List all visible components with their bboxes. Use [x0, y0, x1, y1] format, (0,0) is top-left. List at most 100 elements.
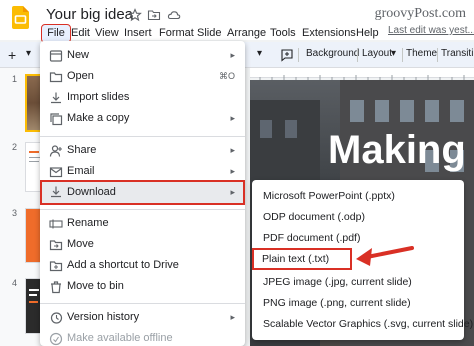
move-folder-icon[interactable] [147, 8, 161, 22]
menu-item-label: New [67, 49, 90, 61]
file-menu-item-open[interactable]: Open ⌘O [40, 66, 245, 88]
menu-item-label: Email [67, 165, 95, 177]
menu-extensions[interactable]: Extensions [302, 25, 356, 42]
download-option-label: Plain text (.txt) [262, 253, 330, 265]
menu-arrange[interactable]: Arrange [227, 25, 266, 42]
layout-chevron-icon[interactable]: ▾ [391, 48, 396, 59]
toolbar-divider [402, 48, 403, 62]
menu-view[interactable]: View [95, 25, 119, 42]
new-doc-icon [49, 50, 63, 62]
slide-number: 2 [12, 142, 18, 152]
menu-insert[interactable]: Insert [124, 25, 152, 42]
menu-item-label: Version history [67, 311, 140, 323]
menu-item-label: Move to bin [67, 280, 124, 292]
menu-item-label: Move [67, 238, 94, 250]
ruler [250, 68, 474, 80]
last-edit-link[interactable]: Last edit was yest... [388, 25, 474, 36]
file-menu-item-move[interactable]: Move [40, 234, 245, 256]
slides-logo-icon[interactable] [12, 6, 29, 29]
submenu-arrow-icon: ▸ [230, 166, 235, 176]
download-option-png[interactable]: PNG image (.png, current slide) [252, 293, 464, 313]
menu-item-label: Make available offline [67, 332, 173, 344]
file-menu-item-copy[interactable]: Make a copy ▸ [40, 108, 245, 130]
offline-icon [49, 332, 63, 346]
toolbar-divider [357, 48, 358, 62]
download-option-label: PNG image (.png, current slide) [263, 297, 411, 309]
star-icon[interactable] [128, 8, 142, 22]
download-option-odp[interactable]: ODP document (.odp) [252, 207, 464, 227]
menu-item-label: Share [67, 144, 97, 156]
menu-format[interactable]: Format [159, 25, 194, 42]
file-menu-item-offline: Make available offline [40, 328, 245, 346]
download-option-label: ODP document (.odp) [263, 211, 365, 223]
download-option-svg[interactable]: Scalable Vector Graphics (.svg, current … [252, 314, 473, 334]
document-title[interactable]: Your big idea [46, 6, 133, 23]
slide-number: 4 [12, 278, 18, 288]
download-option-label: JPEG image (.jpg, current slide) [263, 276, 412, 288]
download-option-txt[interactable]: Plain text (.txt) [252, 248, 352, 270]
file-menu-item-import[interactable]: Import slides [40, 87, 245, 109]
new-slide-button[interactable]: + [8, 45, 36, 65]
transition-button[interactable]: Transiti [441, 48, 473, 59]
menu-divider [40, 136, 245, 137]
menu-item-label: Open [67, 70, 94, 82]
share-person-icon [49, 145, 62, 157]
download-option-label: Scalable Vector Graphics (.svg, current … [263, 318, 474, 330]
menu-slide[interactable]: Slide [197, 25, 221, 42]
menu-help[interactable]: Help [356, 25, 379, 42]
email-icon [49, 167, 63, 178]
download-submenu: Microsoft PowerPoint (.pptx) ODP documen… [252, 180, 473, 340]
background-button[interactable]: Background [306, 48, 359, 59]
download-option-label: PDF document (.pdf) [263, 232, 361, 244]
menu-item-label: Download [67, 186, 116, 198]
toolbar-divider [437, 48, 438, 62]
menu-divider [40, 209, 245, 210]
menu-item-label: Rename [67, 217, 109, 229]
layout-button[interactable]: Layout [362, 48, 392, 59]
comment-add-icon[interactable] [280, 48, 294, 62]
cloud-status-icon[interactable] [167, 8, 181, 22]
toolbar-divider [298, 48, 299, 62]
menu-divider [40, 303, 245, 304]
slide-title-text[interactable]: Making [328, 128, 466, 173]
file-menu-item-share[interactable]: Share ▸ [40, 140, 245, 162]
download-option-pdf[interactable]: PDF document (.pdf) [252, 228, 464, 248]
submenu-arrow-icon: ▸ [230, 312, 235, 322]
rename-icon [49, 219, 63, 229]
file-menu-item-new[interactable]: New ▸ [40, 45, 245, 67]
file-menu-item-shortcut[interactable]: Add a shortcut to Drive [40, 255, 245, 277]
trash-icon [51, 281, 61, 294]
theme-button[interactable]: Theme [406, 48, 437, 59]
submenu-arrow-icon: ▸ [230, 145, 235, 155]
download-option-label: Microsoft PowerPoint (.pptx) [263, 190, 395, 202]
file-menu-item-bin[interactable]: Move to bin [40, 276, 245, 298]
import-icon [51, 92, 61, 104]
file-menu-item-version-history[interactable]: Version history ▸ [40, 307, 245, 329]
file-menu-item-download[interactable]: Download ▸ [40, 180, 245, 205]
menu-item-label: Add a shortcut to Drive [67, 259, 179, 271]
slide-number: 3 [12, 208, 18, 218]
menu-item-label: Import slides [67, 91, 130, 103]
watermark-text: groovyPost.com [374, 6, 466, 21]
file-menu-item-rename[interactable]: Rename [40, 213, 245, 235]
slide-filmstrip: 1 2 3 4 [0, 68, 44, 346]
layout-dropdown-icon[interactable]: ▾ [257, 48, 262, 59]
drive-shortcut-icon [49, 261, 63, 272]
menu-edit[interactable]: Edit [71, 25, 90, 42]
history-icon [50, 312, 63, 324]
submenu-arrow-icon: ▸ [230, 113, 235, 123]
menu-file[interactable]: File [41, 24, 71, 43]
file-menu: New ▸ Open ⌘O Import slides Make a copy … [40, 41, 245, 346]
submenu-arrow-icon: ▸ [230, 187, 235, 197]
move-icon [49, 240, 63, 251]
slide-number: 1 [12, 74, 18, 84]
app-window: Your big idea groovyPost.com File Edit V… [0, 0, 474, 346]
menu-tools[interactable]: Tools [270, 25, 296, 42]
download-option-pptx[interactable]: Microsoft PowerPoint (.pptx) [252, 186, 464, 206]
menu-item-label: Make a copy [67, 112, 130, 124]
copy-icon [50, 113, 63, 126]
new-slide-dropdown-icon[interactable]: ▾ [26, 48, 31, 59]
download-option-jpg[interactable]: JPEG image (.jpg, current slide) [252, 272, 464, 292]
submenu-arrow-icon: ▸ [230, 50, 235, 60]
download-icon [51, 186, 61, 198]
